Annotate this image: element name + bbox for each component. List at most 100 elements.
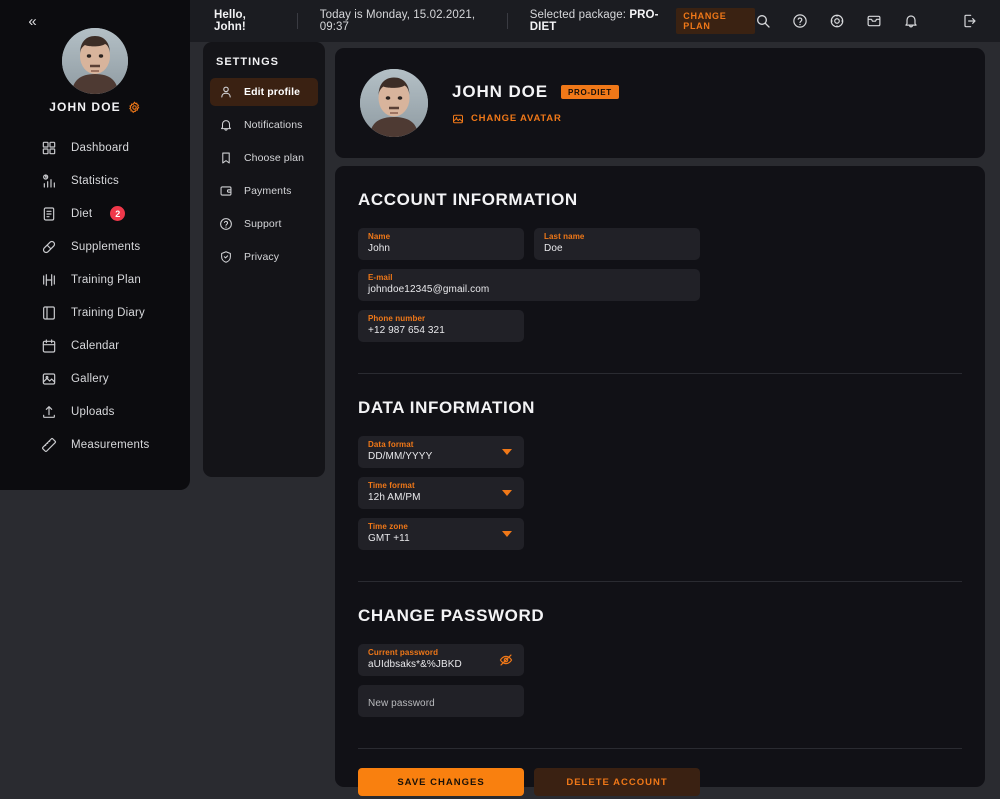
password-row-1: Current password aUIdbsaks*&%JBKD <box>358 644 962 676</box>
chevron-down-icon <box>502 490 512 496</box>
current-password-field[interactable]: Current password aUIdbsaks*&%JBKD <box>358 644 524 676</box>
email-field[interactable]: E-mail johndoe12345@gmail.com <box>358 269 700 301</box>
last-name-field[interactable]: Last name Doe <box>534 228 700 260</box>
bell-icon <box>221 120 231 131</box>
ruler-icon <box>41 437 57 452</box>
sidebar-item-badge: 2 <box>110 206 126 221</box>
sidebar-item-supplements[interactable]: Supplements <box>0 230 190 263</box>
sidebar-avatar-wrap <box>0 28 190 99</box>
settings-item-label: Payments <box>244 185 292 197</box>
sidebar-user-name: JOHN DOE <box>49 100 121 114</box>
sidebar-item-diet[interactable]: Diet 2 <box>0 197 190 230</box>
status-badge: PRO-DIET <box>561 84 619 99</box>
field-value: aUIdbsaks*&%JBKD <box>368 659 462 670</box>
sidebar-item-measurements[interactable]: Measurements <box>0 428 190 461</box>
sidebar-item-training-plan[interactable]: Training Plan <box>0 263 190 296</box>
settings-item-payments[interactable]: Payments <box>210 177 318 205</box>
field-value: John <box>368 243 391 254</box>
eye-off-icon[interactable] <box>499 653 513 667</box>
settings-item-label: Notifications <box>244 119 303 131</box>
chart-bars-icon <box>43 173 55 188</box>
gear-icon[interactable] <box>829 13 845 29</box>
inbox-icon[interactable] <box>866 13 882 29</box>
settings-item-support[interactable]: Support <box>210 210 318 238</box>
sidebar-item-label: Gallery <box>71 372 109 385</box>
settings-item-privacy[interactable]: Privacy <box>210 243 318 271</box>
settings-item-label: Privacy <box>244 251 280 263</box>
pill-icon <box>42 240 56 253</box>
dumbbell-icon <box>43 273 55 286</box>
phone-field[interactable]: Phone number +12 987 654 321 <box>358 310 524 342</box>
help-circle-icon[interactable] <box>792 13 808 29</box>
profile-card: JOHN DOE PRO-DIET CHANGE AVATAR <box>335 48 985 158</box>
sidebar-item-gallery[interactable]: Gallery <box>0 362 190 395</box>
bookmark-icon <box>222 152 230 164</box>
sidebar-item-label: Diet <box>71 207 93 220</box>
data-row-3: Time zone GMT +11 <box>358 518 962 550</box>
change-avatar-button[interactable]: CHANGE AVATAR <box>452 113 619 125</box>
page-title: JOHN DOE <box>452 81 548 101</box>
help-circle-icon <box>220 218 232 230</box>
sidebar-item-label: Uploads <box>71 405 115 418</box>
sidebar-item-training-diary[interactable]: Training Diary <box>0 296 190 329</box>
data-row-2: Time format 12h AM/PM <box>358 477 962 509</box>
main-content-card: ACCOUNT INFORMATION Name John Last name … <box>335 166 985 796</box>
field-value: johndoe12345@gmail.com <box>368 284 490 295</box>
field-label: E-mail <box>368 273 393 282</box>
time-zone-select[interactable]: Time zone GMT +11 <box>358 518 524 550</box>
save-button[interactable]: SAVE CHANGES <box>358 768 524 796</box>
settings-item-choose-plan[interactable]: Choose plan <box>210 144 318 172</box>
settings-item-edit-profile[interactable]: Edit profile <box>210 78 318 106</box>
topbar: Hello, John! Today is Monday, 15.02.2021… <box>190 0 1000 42</box>
field-label: Time zone <box>368 522 408 531</box>
bell-icon[interactable] <box>903 13 919 29</box>
change-plan-button[interactable]: CHANGE PLAN <box>676 8 755 34</box>
settings-item-label: Choose plan <box>244 152 305 164</box>
sidebar-nav: Dashboard Statistics Diet 2 Supplements … <box>0 131 190 461</box>
settings-item-notifications[interactable]: Notifications <box>210 111 318 139</box>
clipboard-icon <box>43 206 55 221</box>
field-label: Last name <box>544 232 585 241</box>
avatar[interactable] <box>360 69 428 137</box>
time-format-select[interactable]: Time format 12h AM/PM <box>358 477 524 509</box>
greeting-text: Hello, John! <box>214 9 246 33</box>
account-row-2: E-mail johndoe12345@gmail.com <box>358 269 962 301</box>
section-title-data: DATA INFORMATION <box>358 398 536 417</box>
image-icon <box>42 372 56 385</box>
sidebar-item-dashboard[interactable]: Dashboard <box>0 131 190 164</box>
topbar-icons <box>755 13 1000 29</box>
sidebar-item-label: Training Diary <box>71 306 145 319</box>
upload-icon <box>43 405 55 418</box>
sidebar: « JOHN DOE Dashboard Statistics Diet 2 S… <box>0 0 190 490</box>
sidebar-item-statistics[interactable]: Statistics <box>0 164 190 197</box>
sidebar-item-calendar[interactable]: Calendar <box>0 329 190 362</box>
topbar-left: Hello, John! Today is Monday, 15.02.2021… <box>190 0 755 42</box>
sidebar-item-label: Statistics <box>71 174 120 187</box>
section-title-password: CHANGE PASSWORD <box>358 606 545 625</box>
package-info: Selected package: PRO-DIET <box>508 9 677 33</box>
field-label: Time format <box>368 481 415 490</box>
name-field[interactable]: Name John <box>358 228 524 260</box>
sidebar-item-label: Calendar <box>71 339 120 352</box>
field-placeholder: New password <box>368 697 435 709</box>
field-value: 12h AM/PM <box>368 492 421 503</box>
gear-icon[interactable] <box>128 100 141 114</box>
sidebar-item-label: Training Plan <box>71 273 141 286</box>
book-icon <box>43 305 55 320</box>
package-label: Selected package: <box>529 9 627 21</box>
section-title-account: ACCOUNT INFORMATION <box>358 190 578 209</box>
logout-icon[interactable] <box>962 13 978 29</box>
app-root: « JOHN DOE Dashboard Statistics Diet 2 S… <box>0 0 1000 799</box>
delete-account-button[interactable]: DELETE ACCOUNT <box>534 768 700 796</box>
sidebar-item-uploads[interactable]: Uploads <box>0 395 190 428</box>
data-format-select[interactable]: Data format DD/MM/YYYY <box>358 436 524 468</box>
user-avatar <box>360 69 428 137</box>
new-password-field[interactable]: New password <box>358 685 524 717</box>
search-icon[interactable] <box>755 13 771 29</box>
data-row-1: Data format DD/MM/YYYY <box>358 436 962 468</box>
field-label: Current password <box>368 648 439 657</box>
field-value: DD/MM/YYYY <box>368 451 433 462</box>
user-icon <box>221 86 231 98</box>
